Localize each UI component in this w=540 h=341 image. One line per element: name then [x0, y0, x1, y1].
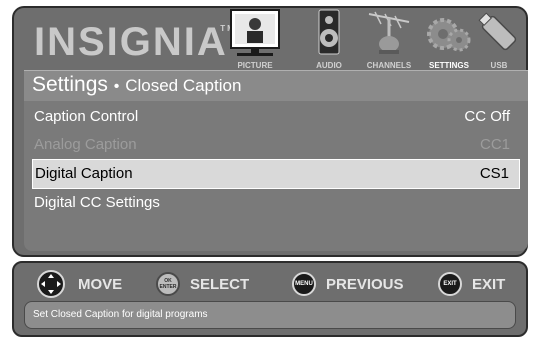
- tab-channels-label: CHANNELS: [366, 61, 412, 70]
- nav-previous-label: PREVIOUS: [326, 275, 404, 293]
- page-title-bar: Settings • Closed Caption: [24, 70, 528, 101]
- page-title: Settings • Closed Caption: [32, 73, 241, 97]
- title-separator: •: [113, 78, 120, 95]
- tab-audio-label: AUDIO: [316, 61, 342, 70]
- dpad-icon: [37, 270, 65, 298]
- nav-move-label: MOVE: [78, 275, 123, 293]
- nav-exit: EXIT EXIT: [438, 271, 505, 297]
- row-value: CS1: [479, 165, 509, 182]
- settings-list: Caption Control CC Off Analog Caption CC…: [24, 101, 528, 251]
- ok-enter-icon: OK ENTER: [156, 272, 180, 296]
- nav-select: OK ENTER SELECT: [156, 271, 249, 297]
- tab-channels[interactable]: CHANNELS: [360, 8, 418, 70]
- title-settings: Settings: [32, 73, 108, 96]
- row-value: CC1: [479, 136, 510, 153]
- row-label: Analog Caption: [34, 136, 137, 153]
- brand-logo: INSIGNIA TM: [34, 20, 234, 65]
- menu-icon: MENU: [292, 272, 316, 296]
- tab-usb-label: USB: [490, 61, 508, 70]
- tab-picture-label: PICTURE: [237, 61, 273, 70]
- exit-icon: EXIT: [438, 272, 462, 296]
- row-label: Caption Control: [34, 108, 139, 125]
- tab-audio[interactable]: AUDIO: [300, 8, 358, 70]
- nav-previous: MENU PREVIOUS: [292, 271, 404, 297]
- row-label: Digital Caption: [35, 165, 133, 182]
- gears-icon: [427, 18, 471, 52]
- brand-name: INSIGNIA: [34, 20, 228, 64]
- speaker-icon: [318, 9, 340, 55]
- nav-select-label: SELECT: [190, 275, 250, 293]
- navigation-bar: MOVE OK ENTER SELECT MENU PREVIOUS EXIT …: [12, 261, 528, 337]
- row-digital-caption[interactable]: Digital Caption CS1: [32, 159, 520, 189]
- tv-icon: [230, 9, 280, 56]
- tab-picture[interactable]: PICTURE: [226, 8, 284, 70]
- nav-move: MOVE: [36, 270, 123, 298]
- title-closed-caption: Closed Caption: [125, 76, 242, 95]
- row-digital-cc-settings[interactable]: Digital CC Settings: [34, 189, 520, 217]
- antenna-icon: [368, 11, 410, 54]
- usb-drive-icon: [478, 12, 517, 51]
- hint-text: Set Closed Caption for digital programs: [24, 301, 516, 329]
- row-analog-caption: Analog Caption CC1: [34, 131, 520, 159]
- row-value: CC Off: [464, 108, 510, 125]
- row-caption-control[interactable]: Caption Control CC Off: [34, 103, 520, 131]
- row-label: Digital CC Settings: [34, 194, 160, 211]
- nav-exit-label: EXIT: [472, 275, 506, 293]
- tab-usb[interactable]: USB: [470, 8, 528, 70]
